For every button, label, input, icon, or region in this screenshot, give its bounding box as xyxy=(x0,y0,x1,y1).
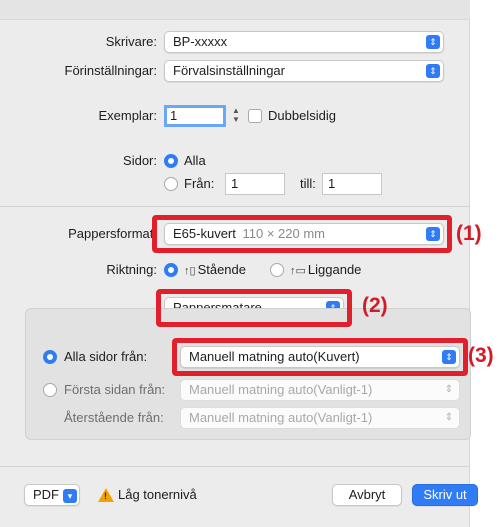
remaining-label: Återstående från: xyxy=(64,410,164,425)
remaining-value: Manuell matning auto(Vanligt-1) xyxy=(189,410,373,425)
all-pages-radio[interactable] xyxy=(43,350,57,364)
printer-select[interactable]: BP-xxxxx ⇕ xyxy=(164,31,444,53)
first-page-label: Första sidan från: xyxy=(64,382,166,397)
pages-to-input[interactable]: 1 xyxy=(322,173,382,195)
highlight-paper-size xyxy=(152,215,452,253)
warning-text: Låg tonernivå xyxy=(118,487,197,502)
pages-all-label: Alla xyxy=(184,153,206,168)
callout-3: (3) xyxy=(468,344,494,367)
copies-stepper[interactable]: ▲ ▼ xyxy=(230,106,242,126)
print-dialog: Skrivare: BP-xxxxx ⇕ Förinställningar: F… xyxy=(0,0,478,527)
chevron-updown-icon: ⇕ xyxy=(426,64,440,78)
presets-select[interactable]: Förvalsinställningar ⇕ xyxy=(164,60,444,82)
copies-input[interactable]: 1 xyxy=(164,105,226,127)
divider xyxy=(0,466,470,467)
landscape-option: ↑▭ Liggande xyxy=(288,260,361,281)
paper-size-label: Pappersformat: xyxy=(68,226,157,241)
chevron-updown-icon: ⇕ xyxy=(444,384,454,395)
first-page-select: Manuell matning auto(Vanligt-1) ⇕ xyxy=(180,379,460,401)
chevron-updown-icon: ⇕ xyxy=(444,412,454,423)
pages-to-label: till: xyxy=(300,176,316,191)
first-page-radio[interactable] xyxy=(43,383,57,397)
highlight-section xyxy=(156,289,352,327)
landscape-radio[interactable] xyxy=(270,263,284,277)
pdf-menu-button[interactable]: PDF ▾ xyxy=(24,484,80,506)
pdf-label: PDF xyxy=(33,487,59,502)
callout-2: (2) xyxy=(362,294,388,317)
pages-from-input[interactable]: 1 xyxy=(225,173,285,195)
duplex-label: Dubbelsidig xyxy=(268,108,336,123)
landscape-orientation-icon: ↑▭ xyxy=(290,265,306,277)
chevron-updown-icon: ⇕ xyxy=(426,35,440,49)
divider xyxy=(0,206,470,207)
printer-label: Skrivare: xyxy=(105,34,157,49)
duplex-checkbox[interactable] xyxy=(248,109,262,123)
landscape-label: Liggande xyxy=(307,262,362,277)
pages-from-label: Från: xyxy=(184,176,215,191)
presets-label: Förinställningar: xyxy=(64,63,158,78)
remaining-select: Manuell matning auto(Vanligt-1) ⇕ xyxy=(180,407,460,429)
pages-label: Sidor: xyxy=(123,153,157,168)
printer-value: BP-xxxxx xyxy=(173,34,228,49)
portrait-radio[interactable] xyxy=(164,263,178,277)
portrait-label: Stående xyxy=(197,262,246,277)
pages-all-radio[interactable] xyxy=(164,154,178,168)
warning-icon: ! xyxy=(98,488,114,502)
pages-from-radio[interactable] xyxy=(164,177,178,191)
portrait-orientation-icon: ↑▯ xyxy=(184,265,196,277)
cancel-button[interactable]: Avbryt xyxy=(332,484,402,506)
title-bar xyxy=(0,0,470,20)
portrait-option: ↑▯ Stående xyxy=(182,260,246,281)
callout-1: (1) xyxy=(456,222,482,245)
presets-value: Förvalsinställningar xyxy=(173,63,285,78)
print-button[interactable]: Skriv ut xyxy=(412,484,478,506)
chevron-down-icon: ▾ xyxy=(63,488,77,503)
highlight-all-pages xyxy=(172,338,468,376)
orientation-label: Riktning: xyxy=(106,262,157,277)
all-pages-label: Alla sidor från: xyxy=(64,349,148,364)
copies-label: Exemplar: xyxy=(98,108,157,123)
first-page-value: Manuell matning auto(Vanligt-1) xyxy=(189,382,373,397)
